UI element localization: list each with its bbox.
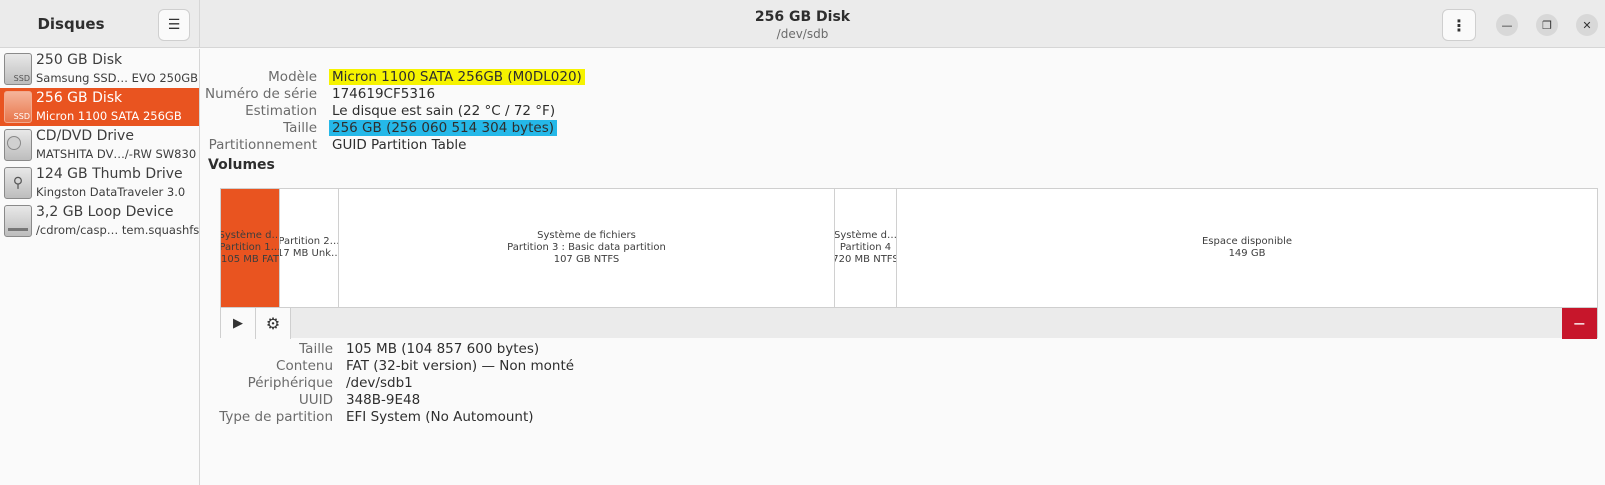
sidebar-header: Disques ☰ [0, 0, 200, 48]
ssd-icon: SSD [4, 53, 32, 85]
disk-item-name: 3,2 GB Loop Device [36, 204, 174, 220]
model-value: Micron 1100 SATA 256GB (M0DL020) [329, 69, 585, 85]
minimize-icon: — [1501, 18, 1513, 32]
volume-toolbar: ▶ ⚙ − [221, 307, 1597, 339]
volume-graph: Système d… Partition 1… 105 MB FAT Parti… [220, 188, 1598, 339]
hamburger-icon: ☰ [167, 17, 181, 33]
partition-map: Système d… Partition 1… 105 MB FAT Parti… [221, 189, 1597, 307]
volumes-heading: Volumes [208, 157, 275, 173]
assessment-value: Le disque est sain (22 °C / 72 °F) [332, 103, 556, 119]
disk-menu-button[interactable]: ⋮ [1442, 9, 1476, 41]
model-label: Modèle [268, 69, 317, 85]
partition-segment-4[interactable]: Système d… Partition 4 720 MB NTFS [835, 189, 897, 307]
partitioning-label: Partitionnement [208, 137, 317, 153]
disk-item-name: 124 GB Thumb Drive [36, 166, 183, 182]
minus-icon: − [1572, 314, 1587, 333]
device-value: /dev/sdb1 [346, 375, 413, 391]
partition-type-value: EFI System (No Automount) [346, 409, 534, 425]
main-menu-button[interactable]: ☰ [158, 9, 190, 41]
uuid-label: UUID [298, 392, 333, 408]
partition-segment-2[interactable]: Partition 2… 17 MB Unk… [280, 189, 339, 307]
free-space-segment[interactable]: Espace disponible 149 GB [897, 189, 1597, 307]
assessment-label: Estimation [245, 103, 317, 119]
mount-button[interactable]: ▶ [221, 308, 256, 339]
gear-icon: ⚙ [265, 314, 281, 333]
disk-item-model: Micron 1100 SATA 256GB [36, 109, 182, 123]
disk-item-model: Kingston DataTraveler 3.0 [36, 185, 186, 199]
close-button[interactable]: ✕ [1576, 14, 1598, 36]
content-value: FAT (32-bit version) — Non monté [346, 358, 575, 374]
content-label: Contenu [276, 358, 333, 374]
maximize-button[interactable]: ❐ [1536, 14, 1558, 36]
close-icon: ✕ [1582, 18, 1592, 32]
delete-partition-button[interactable]: − [1562, 308, 1597, 339]
partition-size-value: 105 MB (104 857 600 bytes) [346, 341, 540, 357]
disk-item-thumb-drive[interactable]: ⚲ 124 GB Thumb Drive Kingston DataTravel… [0, 164, 199, 202]
device-label: Périphérique [247, 375, 333, 391]
size-label: Taille [283, 120, 317, 136]
disk-item-name: CD/DVD Drive [36, 128, 134, 144]
usb-drive-icon: ⚲ [4, 167, 32, 199]
minimize-button[interactable]: — [1496, 14, 1518, 36]
play-icon: ▶ [233, 316, 243, 331]
partition-segment-3[interactable]: Système de fichiers Partition 3 : Basic … [339, 189, 835, 307]
disk-details-pane: Modèle Micron 1100 SATA 256GB (M0DL020) … [201, 49, 1605, 485]
disk-item-name: 256 GB Disk [36, 90, 123, 106]
disk-item-name: 250 GB Disk [36, 52, 123, 68]
loop-device-icon [4, 205, 32, 237]
ssd-icon: SSD [4, 91, 32, 123]
disk-title: 256 GB Disk [754, 9, 851, 25]
uuid-value: 348B-9E48 [346, 392, 421, 408]
kebab-menu-icon: ⋮ [1451, 15, 1467, 35]
maximize-icon: ❐ [1542, 18, 1552, 32]
partition-size-label: Taille [299, 341, 333, 357]
partition-segment-1[interactable]: Système d… Partition 1… 105 MB FAT [221, 189, 280, 307]
optical-drive-icon [4, 129, 32, 161]
disk-item-loop-device[interactable]: 3,2 GB Loop Device /cdrom/casp… tem.squa… [0, 202, 199, 240]
partition-type-label: Type de partition [219, 409, 333, 425]
serial-label: Numéro de série [204, 86, 317, 102]
size-value: 256 GB (256 060 514 304 bytes) [329, 120, 558, 136]
header-bar: Disques ☰ 256 GB Disk /dev/sdb ⋮ — ❐ ✕ [0, 0, 1605, 48]
partitioning-value: GUID Partition Table [332, 137, 467, 153]
disk-subtitle: /dev/sdb [776, 27, 829, 41]
disk-item-model: /cdrom/casp… tem.squashfs [36, 223, 200, 237]
partition-settings-button[interactable]: ⚙ [256, 308, 291, 339]
serial-value: 174619CF5316 [332, 86, 436, 102]
